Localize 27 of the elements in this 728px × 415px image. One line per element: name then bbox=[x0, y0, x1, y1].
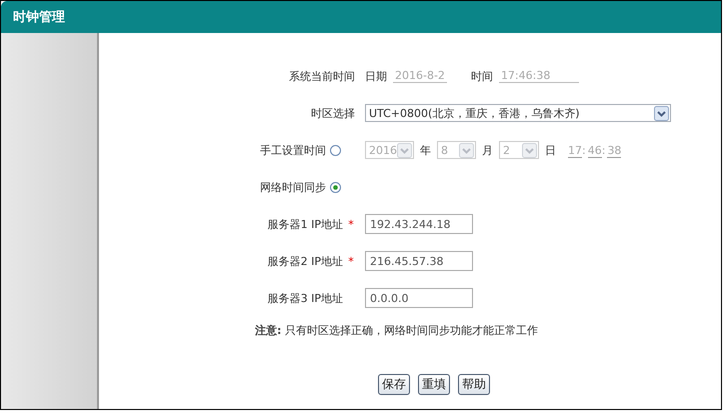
unit-label: 月 bbox=[482, 142, 493, 158]
window-title: 时钟管理 bbox=[13, 9, 65, 26]
action-button[interactable]: 保存 bbox=[378, 374, 410, 395]
field-label: 时间 bbox=[470, 68, 493, 84]
action-button[interactable]: 重填 bbox=[418, 374, 450, 395]
ip-input-field[interactable]: 0.0.0.0 bbox=[365, 288, 473, 308]
field-label: 服务器1 IP地址 bbox=[268, 216, 343, 232]
radio-unselected[interactable] bbox=[330, 144, 341, 156]
ip-input-field[interactable]: 216.45.57.38 bbox=[365, 251, 473, 271]
field-label: 服务器2 IP地址 bbox=[268, 254, 343, 268]
unit-label: 年 bbox=[420, 142, 431, 158]
field-label: 时区选择 bbox=[311, 106, 355, 120]
date-value: 2016-8-2 bbox=[393, 69, 447, 83]
required-mark: * bbox=[347, 254, 355, 268]
timezone-dropdown[interactable]: UTC+0800(北京，重庆，香港，乌鲁木齐) bbox=[365, 104, 671, 122]
field-label: 服务器3 IP地址 bbox=[268, 290, 343, 306]
field-label: 系统当前时间 bbox=[289, 68, 355, 84]
ip-input-field[interactable]: 192.43.244.18 bbox=[365, 214, 473, 234]
radio-label: 网络时间同步 bbox=[260, 180, 326, 194]
unit-label: 日 bbox=[545, 142, 556, 158]
note-text: 注意: 只有时区选择正确，网络时间同步功能才能正常工作 bbox=[254, 323, 539, 338]
action-button[interactable]: 帮助 bbox=[458, 374, 490, 395]
field-label: 日期 bbox=[365, 68, 387, 84]
radio-label: 手工设置时间 bbox=[260, 142, 326, 158]
time-value: 17:46:38 bbox=[498, 69, 579, 83]
required-mark: * bbox=[347, 218, 355, 230]
radio-selected[interactable] bbox=[330, 182, 341, 192]
